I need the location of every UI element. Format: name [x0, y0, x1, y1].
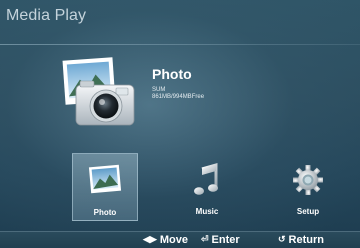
menu-label-photo: Photo	[93, 208, 117, 217]
enter-hint: ⏎ Enter	[201, 234, 240, 247]
return-hint: ↺ Return	[278, 234, 324, 247]
app-title: Media Play	[6, 7, 87, 24]
move-hint-label: Move	[159, 234, 188, 246]
menu-label-music: Music	[195, 207, 219, 216]
left-right-arrows-icon: ◀▶	[143, 234, 157, 244]
menu-label-setup: Setup	[296, 207, 320, 216]
menu-item-music[interactable]: Music	[174, 153, 240, 221]
enter-icon: ⏎	[201, 234, 209, 244]
return-icon: ↺	[278, 234, 286, 244]
menu-item-setup[interactable]: Setup	[275, 153, 341, 221]
photo-icon	[86, 164, 124, 203]
hint-bar: ◀▶ Move ⏎ Enter ↺ Return	[0, 231, 360, 248]
device-name: SUM	[152, 87, 166, 93]
storage-capacity: 861MB/994MBFree	[152, 94, 205, 100]
enter-hint-label: Enter	[211, 234, 240, 246]
return-hint-label: Return	[288, 234, 324, 246]
header-divider	[0, 44, 360, 45]
media-play-screen: Media Play Photo SUM 861MB/994MBFree Pho…	[0, 0, 360, 248]
move-hint: ◀▶ Move	[143, 234, 188, 247]
menu-item-photo[interactable]: Photo	[72, 153, 138, 221]
music-note-icon	[194, 163, 220, 202]
camera-photo-icon	[54, 55, 138, 133]
info-title: Photo	[152, 66, 192, 82]
gear-icon	[292, 163, 324, 202]
